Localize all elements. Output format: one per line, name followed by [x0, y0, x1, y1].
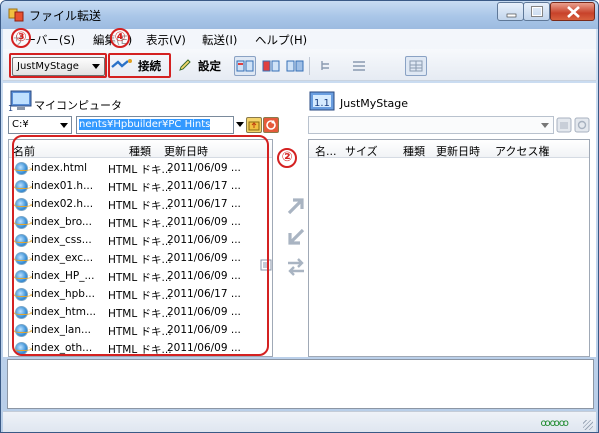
pencil-icon: [179, 59, 191, 71]
resize-grip[interactable]: [583, 420, 593, 430]
column-header-size[interactable]: サイズ: [345, 143, 378, 159]
grid-icon: [409, 60, 423, 72]
column-header-type[interactable]: 種類: [403, 143, 425, 159]
menu-transfer[interactable]: 転送(I): [202, 32, 237, 48]
up-folder-button[interactable]: [246, 117, 262, 133]
download-button[interactable]: [284, 225, 308, 249]
local-pane-icon: [262, 60, 280, 72]
sync-button[interactable]: [284, 255, 308, 279]
local-path-text: nents¥Hpbuilder¥PC Hints: [79, 119, 211, 130]
menu-help[interactable]: ヘルプ(H): [255, 32, 307, 48]
chevron-down-icon[interactable]: [236, 122, 244, 127]
arrow-down-left-icon: [288, 228, 305, 245]
menu-view[interactable]: 表示(V): [146, 32, 186, 48]
detail-view-button[interactable]: [405, 56, 427, 76]
callout-3: ③: [11, 28, 31, 48]
local-pane-label: マイコンピュータ: [34, 99, 122, 112]
pane-area: 1 マイコンピュータ C:¥ nents¥Hpbuilder¥PC Hints: [3, 83, 596, 357]
remote-pane-label: JustMyStage: [340, 97, 409, 110]
tree-icon: [321, 61, 329, 70]
highlight-box-connect-button: [108, 53, 171, 78]
callout-4: ④: [110, 28, 130, 48]
column-header-date[interactable]: 更新日時: [436, 143, 480, 159]
transfer-controls: [260, 83, 308, 357]
window-title: ファイル転送: [29, 9, 102, 23]
minimize-button[interactable]: [497, 2, 524, 21]
minimize-icon: [506, 13, 517, 18]
remote-pane-icon: [286, 60, 304, 72]
maximize-button[interactable]: [523, 2, 550, 21]
view-both-panes-button[interactable]: [234, 56, 256, 76]
callout-2: ②: [277, 148, 297, 168]
settings-label: 設定: [198, 59, 221, 73]
view-remote-button[interactable]: [284, 56, 306, 76]
column-header-access[interactable]: アクセス権: [495, 143, 549, 159]
remote-list-header: 名... サイズ 種類 更新日時 アクセス権: [309, 140, 589, 158]
column-header-name[interactable]: 名...: [315, 143, 337, 159]
folder-up-icon: [248, 121, 260, 131]
highlight-box-connection-select: [9, 53, 107, 78]
remote-path-input[interactable]: [308, 116, 554, 134]
drive-select[interactable]: C:¥: [8, 116, 72, 134]
refresh-icon: [266, 120, 276, 130]
drive-select-value: C:¥: [12, 119, 29, 130]
maximize-icon: [531, 6, 543, 17]
highlight-box-file-list: [12, 135, 269, 356]
log-panel[interactable]: [7, 359, 594, 409]
menu-bar: サーバー(S) 編集(E) 表示(V) 転送(I) ヘルプ(H): [3, 29, 596, 49]
arrow-up-right-icon: [287, 198, 304, 215]
settings-button[interactable]: 設定: [178, 57, 230, 75]
tree-view-button[interactable]: [316, 56, 338, 76]
list-view-button[interactable]: [348, 56, 370, 76]
close-icon: [567, 6, 580, 18]
svg-text:1: 1: [8, 104, 13, 113]
remote-file-list[interactable]: 名... サイズ 種類 更新日時 アクセス権: [308, 139, 590, 357]
toolbar-separator: [309, 57, 310, 75]
file-transfer-window: ファイル転送 サーバー(S) 編集(E) 表示(V) 転送(I) ヘルプ(H) …: [0, 0, 599, 433]
refresh-button[interactable]: [263, 117, 279, 133]
chevron-down-icon: [60, 123, 68, 128]
list-icon: [353, 61, 365, 71]
sync-icon: [288, 258, 304, 276]
app-icon: [8, 8, 24, 22]
status-bar: ꝏꝏꝏ: [3, 411, 596, 432]
my-computer-icon: 1: [8, 90, 32, 113]
title-bar[interactable]: ファイル転送: [1, 1, 598, 29]
local-path-input[interactable]: nents¥Hpbuilder¥PC Hints: [76, 116, 234, 134]
upload-button[interactable]: [284, 194, 308, 218]
remote-pane: 1.1 JustMyStage 名... サイズ 種類 更新日時 アクセス権: [308, 83, 592, 357]
remote-refresh-icon[interactable]: [574, 117, 590, 133]
toolbar: JustMyStage 接続 設定: [3, 49, 596, 81]
view-local-button[interactable]: [260, 56, 282, 76]
remote-up-icon[interactable]: [556, 117, 572, 133]
server-icon: 1.1: [309, 91, 335, 111]
chevron-down-icon: [541, 123, 549, 128]
dual-pane-icon: [236, 60, 254, 72]
connection-indicator-icon: ꝏꝏꝏ: [540, 418, 569, 429]
svg-text:1.1: 1.1: [314, 98, 330, 109]
close-button[interactable]: [550, 2, 595, 21]
